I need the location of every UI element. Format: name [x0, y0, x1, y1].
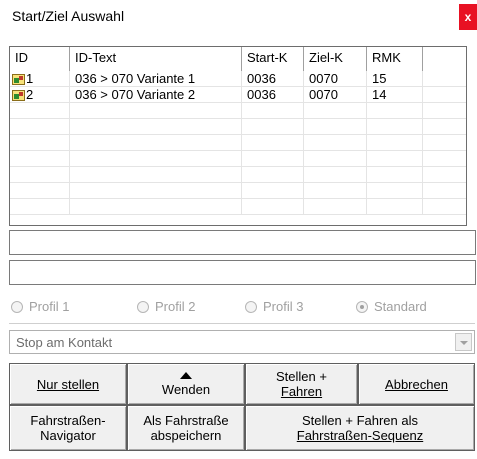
speichern-label-2: abspeichern: [150, 428, 222, 443]
empty-row: [10, 183, 466, 199]
row-id: 1: [26, 71, 34, 86]
row-id-text: 036 > 070 Variante 1: [70, 71, 242, 87]
row-ziel-k: 0070: [304, 71, 367, 87]
empty-row: [10, 151, 466, 167]
radio-label: Profil 3: [263, 299, 304, 314]
route-list[interactable]: ID ID-Text Start-K Ziel-K RMK 1 036 > 07…: [9, 46, 467, 226]
radio-circle-icon: [137, 300, 149, 313]
divider: [9, 323, 475, 324]
table-row[interactable]: 2 036 > 070 Variante 2 0036 0070 14: [10, 87, 466, 103]
route-icon: [12, 89, 25, 101]
empty-row: [10, 135, 466, 151]
row-filler: [423, 71, 466, 87]
navigator-label-2: Navigator: [40, 428, 96, 443]
stellen-fahren-button[interactable]: Stellen + Fahren: [245, 363, 358, 405]
column-header-id-text[interactable]: ID-Text: [70, 47, 242, 71]
chevron-down-icon[interactable]: [455, 333, 472, 351]
nur-stellen-label: Nur stellen: [36, 376, 100, 392]
row-ziel-k: 0070: [304, 87, 367, 103]
row-rmk: 14: [367, 87, 423, 103]
column-header-ziel-k[interactable]: Ziel-K: [304, 47, 367, 71]
stop-mode-value: Stop am Kontakt: [16, 335, 113, 350]
sequenz-label-2: Fahrstraßen-Sequenz: [296, 428, 424, 443]
close-icon: x: [464, 10, 472, 24]
close-button[interactable]: x: [459, 4, 477, 30]
fahrstrassen-navigator-button[interactable]: Fahrstraßen- Navigator: [9, 405, 127, 451]
radio-label: Standard: [374, 299, 427, 314]
row-rmk: 15: [367, 71, 423, 87]
row-id: 2: [26, 87, 34, 102]
radio-circle-icon: [11, 300, 23, 313]
radio-label: Profil 2: [155, 299, 196, 314]
radio-profil-1[interactable]: Profil 1: [11, 299, 69, 314]
als-fahrstrasse-speichern-button[interactable]: Als Fahrstraße abspeichern: [127, 405, 245, 451]
title-bar: Start/Ziel Auswahl x: [0, 0, 477, 34]
empty-row: [10, 119, 466, 135]
stellen-fahren-label-1: Stellen +: [276, 369, 327, 384]
id-cell: 2: [10, 87, 70, 103]
column-header-start-k[interactable]: Start-K: [242, 47, 304, 71]
empty-row: [10, 167, 466, 183]
row-start-k: 0036: [242, 87, 304, 103]
empty-row: [10, 103, 466, 119]
radio-label: Profil 1: [29, 299, 70, 314]
row-filler: [423, 87, 466, 103]
row-start-k: 0036: [242, 71, 304, 87]
stellen-fahren-sequenz-button[interactable]: Stellen + Fahren als Fahrstraßen-Sequenz: [245, 405, 475, 451]
radio-profil-3[interactable]: Profil 3: [245, 299, 303, 314]
abbrechen-button[interactable]: Abbrechen: [358, 363, 475, 405]
speichern-label-1: Als Fahrstraße: [143, 413, 229, 428]
radio-standard[interactable]: Standard: [356, 299, 427, 314]
table-row[interactable]: 1 036 > 070 Variante 1 0036 0070 15: [10, 71, 466, 87]
column-header-filler: [423, 47, 466, 71]
sequenz-label-1: Stellen + Fahren als: [302, 413, 418, 428]
stellen-fahren-label-2: Fahren: [280, 384, 323, 399]
text-field-1[interactable]: [9, 230, 476, 255]
arrow-up-icon: [180, 371, 192, 379]
row-id-text: 036 > 070 Variante 2: [70, 87, 242, 103]
radio-profil-2[interactable]: Profil 2: [137, 299, 195, 314]
window-title: Start/Ziel Auswahl: [12, 8, 125, 24]
wenden-button[interactable]: Wenden: [127, 363, 245, 405]
column-header-id[interactable]: ID: [10, 47, 70, 71]
empty-row: [10, 199, 466, 215]
column-header-rmk[interactable]: RMK: [367, 47, 423, 71]
route-icon: [12, 73, 25, 85]
text-field-2[interactable]: [9, 260, 476, 285]
id-cell: 1: [10, 71, 70, 87]
navigator-label-1: Fahrstraßen-: [30, 413, 106, 428]
list-header: ID ID-Text Start-K Ziel-K RMK: [10, 47, 466, 71]
stop-mode-select[interactable]: Stop am Kontakt: [9, 330, 475, 354]
profile-radio-group: Profil 1 Profil 2 Profil 3 Standard: [9, 294, 469, 318]
nur-stellen-button[interactable]: Nur stellen: [9, 363, 127, 405]
radio-selected-icon: [356, 300, 368, 313]
list-body: 1 036 > 070 Variante 1 0036 0070 15 2 03…: [10, 71, 466, 215]
radio-circle-icon: [245, 300, 257, 313]
wenden-label: Wenden: [161, 381, 211, 397]
abbrechen-label: Abbrechen: [385, 376, 448, 392]
